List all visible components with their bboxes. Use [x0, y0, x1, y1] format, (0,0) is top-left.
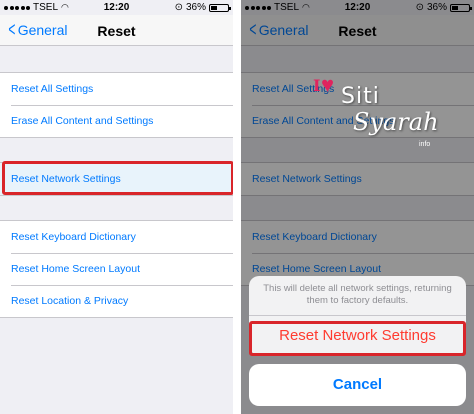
settings-group: Reset Keyboard Dictionary Reset Home Scr…	[0, 220, 233, 318]
watermark-logo: ♥ I Siti Syarah info	[313, 72, 439, 148]
battery-icon	[209, 3, 231, 12]
cancel-button[interactable]: Cancel	[249, 364, 466, 406]
reset-all-settings[interactable]: Reset All Settings	[0, 73, 233, 105]
reset-location-privacy[interactable]: Reset Location & Privacy	[0, 285, 233, 317]
highlight-box	[2, 161, 233, 195]
navigation-bar: < General Reset	[0, 15, 233, 46]
action-sheet-message: This will delete all network settings, r…	[263, 283, 452, 306]
erase-all-content[interactable]: Erase All Content and Settings	[0, 105, 233, 137]
battery-percent: 36%	[185, 2, 206, 13]
reset-home-screen-layout[interactable]: Reset Home Screen Layout	[0, 253, 233, 285]
settings-reset-screen-left: TSEL ◠ 12:20 ⊙ 36% < General Reset Reset…	[0, 0, 233, 414]
heart-icon: ♥	[321, 72, 335, 97]
reset-keyboard-dictionary[interactable]: Reset Keyboard Dictionary	[0, 221, 233, 253]
status-bar: TSEL ◠ 12:20 ⊙ 36%	[0, 0, 233, 15]
settings-reset-screen-right: TSEL ◠ 12:20 ⊙ 36% < General Reset Reset…	[241, 0, 474, 414]
settings-group: Reset All Settings Erase All Content and…	[0, 72, 233, 138]
page-title: Reset	[97, 23, 136, 39]
highlight-box	[249, 321, 466, 356]
lock-rotation-icon: ⊙	[174, 2, 183, 13]
